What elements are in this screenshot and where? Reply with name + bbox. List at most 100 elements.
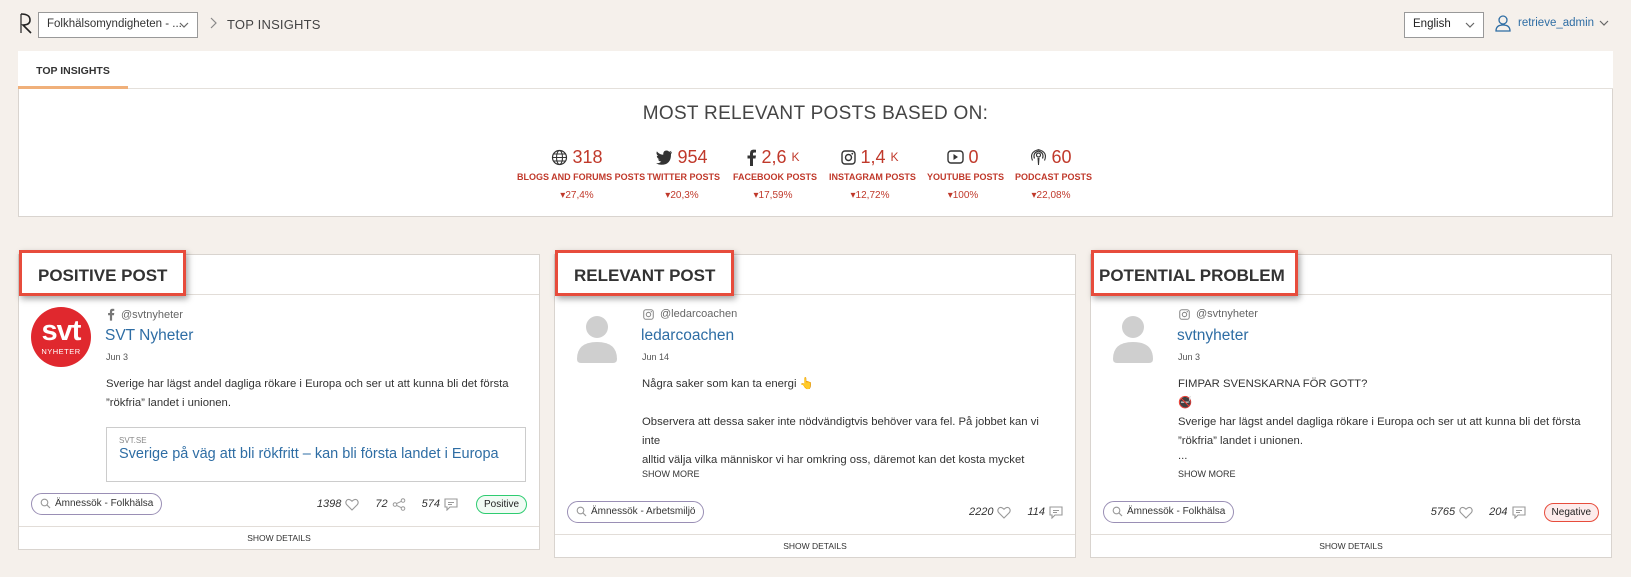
likes-count: 5765 [1430,506,1456,518]
comments-metric[interactable]: 574 [422,497,458,511]
post-text-line: Sverige har lägst andel dagliga rökare i… [1178,416,1581,428]
likes-count: 1398 [316,498,342,510]
heart-icon [997,506,1012,519]
stat-delta-value: 12,72% [855,190,890,201]
post-date: Jun 14 [642,352,670,362]
summary-title: MOST RELEVANT POSTS BASED ON: [642,103,989,124]
stat-value: 0 [968,146,979,167]
retrieve-logo-icon[interactable] [18,11,34,35]
stat-facebook[interactable]: 2,6 K FACEBOOK POSTS ▾17,59% [733,145,817,202]
instagram-icon [1179,308,1190,320]
show-details-button[interactable]: SHOW DETAILS [555,534,1075,556]
post-metrics: 1398 72 574 Positive [309,493,527,515]
stat-delta-value: 17,59% [758,190,793,201]
post-date: Jun 3 [1178,352,1201,362]
preview-title[interactable]: Sverige på väg att bli rökfritt – kan bl… [119,446,513,462]
language-select[interactable]: English [1404,12,1484,38]
stat-blogs-forums[interactable]: 318 BLOGS AND FORUMS POSTS ▾27,4% [517,145,646,202]
heart-icon [345,498,360,511]
search-icon [576,506,587,517]
stat-delta: ▾22,08% [1031,190,1071,201]
stat-label: BLOGS AND FORUMS POSTS [517,172,646,182]
stat-label: PODCAST POSTS [1015,172,1093,182]
link-preview[interactable]: SVT.SE Sverige på väg att bli rökfritt –… [106,427,526,482]
stat-delta-value: 100% [952,190,979,201]
post-text-line: ”rökfria” landet i unionen. [106,397,231,409]
share-icon [392,497,405,511]
stat-delta: ▾20,3% [665,190,699,201]
shares-metric[interactable]: 72 [375,497,405,511]
post-text-line: Sverige har lägst andel dagliga rökare i… [106,378,509,390]
stat-podcast[interactable]: 60 PODCAST POSTS ▾22,08% [1015,145,1093,202]
comments-count: 114 [1027,506,1045,518]
handle-text: @svtnyheter [121,308,183,321]
instagram-icon [643,308,654,320]
stat-youtube[interactable]: 0 YOUTUBE POSTS ▾100% [927,145,1005,202]
twitter-icon [656,150,673,165]
chevron-down-icon[interactable] [1598,17,1610,29]
stat-label: TWITTER POSTS [647,172,720,182]
show-details-button[interactable]: SHOW DETAILS [1091,534,1611,556]
likes-metric[interactable]: 5765 [1431,506,1473,519]
facebook-icon [747,149,757,166]
avatar[interactable]: svt NYHETER [31,307,91,367]
organization-select[interactable]: Folkhälsomyndigheten - ... [38,12,198,38]
stat-value-row: 2,6 K [733,145,813,169]
sentiment-badge: Negative [1543,502,1599,522]
topic-chip[interactable]: Ämnessök - Folkhälsa [31,493,163,515]
podcast-icon [1031,148,1047,165]
stat-delta: ▾17,59% [753,190,793,201]
stat-value-row: 318 [517,145,637,169]
avatar-logo-text: svt [41,315,82,347]
tab-top-insights[interactable]: TOP INSIGHTS [18,51,128,89]
stat-delta: ▾12,72% [850,190,890,201]
stat-label: YOUTUBE POSTS [927,172,1005,182]
search-icon [1112,506,1123,517]
post-handle: @ledarcoachen [643,308,737,320]
author-name-link[interactable]: ledarcoachen [641,327,734,345]
post-text-line: ”rökfria” landet i unionen. [1178,435,1303,447]
card-title: RELEVANT POST [555,250,735,296]
default-avatar-icon[interactable] [1103,307,1163,367]
topic-chip[interactable]: Ämnessök - Arbetsmiljö [567,501,705,523]
stat-label: INSTAGRAM POSTS [829,172,916,182]
stat-unit: K [791,150,800,164]
stat-twitter[interactable]: 954 TWITTER POSTS ▾20,3% [647,145,720,202]
comments-metric[interactable]: 204 [1489,505,1526,519]
stat-delta-value: 22,08% [1036,190,1071,201]
post-text-line: Några saker som kan ta energi 👆 [642,378,814,390]
handle-text: @ledarcoachen [660,308,738,320]
post-text: Sverige har lägst andel dagliga rökare i… [106,375,521,413]
author-name-link[interactable]: SVT Nyheter [105,327,193,345]
stat-instagram[interactable]: 1,4 K INSTAGRAM POSTS ▾12,72% [829,145,916,202]
summary-panel: MOST RELEVANT POSTS BASED ON: 318 BLOGS … [18,89,1613,217]
author-name-link[interactable]: svtnyheter [1177,327,1249,345]
comment-icon [1049,505,1063,519]
avatar-logo-subtext: NYHETER [41,347,81,356]
comment-icon [444,497,458,511]
comment-icon [1511,505,1526,519]
language-select-value: English [1413,18,1451,30]
post-text-line [642,394,1057,413]
comments-metric[interactable]: 114 [1027,505,1063,519]
default-avatar-icon[interactable] [567,307,627,367]
heart-icon [1459,506,1473,519]
stat-value: 318 [572,146,603,167]
stat-unit: K [890,150,899,164]
post-handle: @svtnyheter [1179,308,1258,320]
likes-metric[interactable]: 2220 [969,506,1012,519]
card-title: POTENTIAL PROBLEM [1091,250,1298,296]
topic-chip[interactable]: Ämnessök - Folkhälsa [1103,501,1235,523]
stat-delta: ▾27,4% [560,190,594,201]
topic-chip-label: Ämnessök - Folkhälsa [1127,506,1226,517]
post-text-line: ... [1178,450,1188,462]
post-text: Några saker som kan ta energi 👆 Observer… [642,375,1057,470]
user-icon[interactable] [1494,14,1512,32]
comments-count: 204 [1489,506,1508,518]
show-more-link[interactable]: SHOW MORE [1178,469,1236,479]
likes-metric[interactable]: 1398 [316,498,360,511]
stat-value: 60 [1051,146,1072,167]
show-details-button[interactable]: SHOW DETAILS [19,526,539,548]
show-more-link[interactable]: SHOW MORE [642,469,700,479]
user-menu-name[interactable]: retrieve_admin [1518,17,1594,29]
